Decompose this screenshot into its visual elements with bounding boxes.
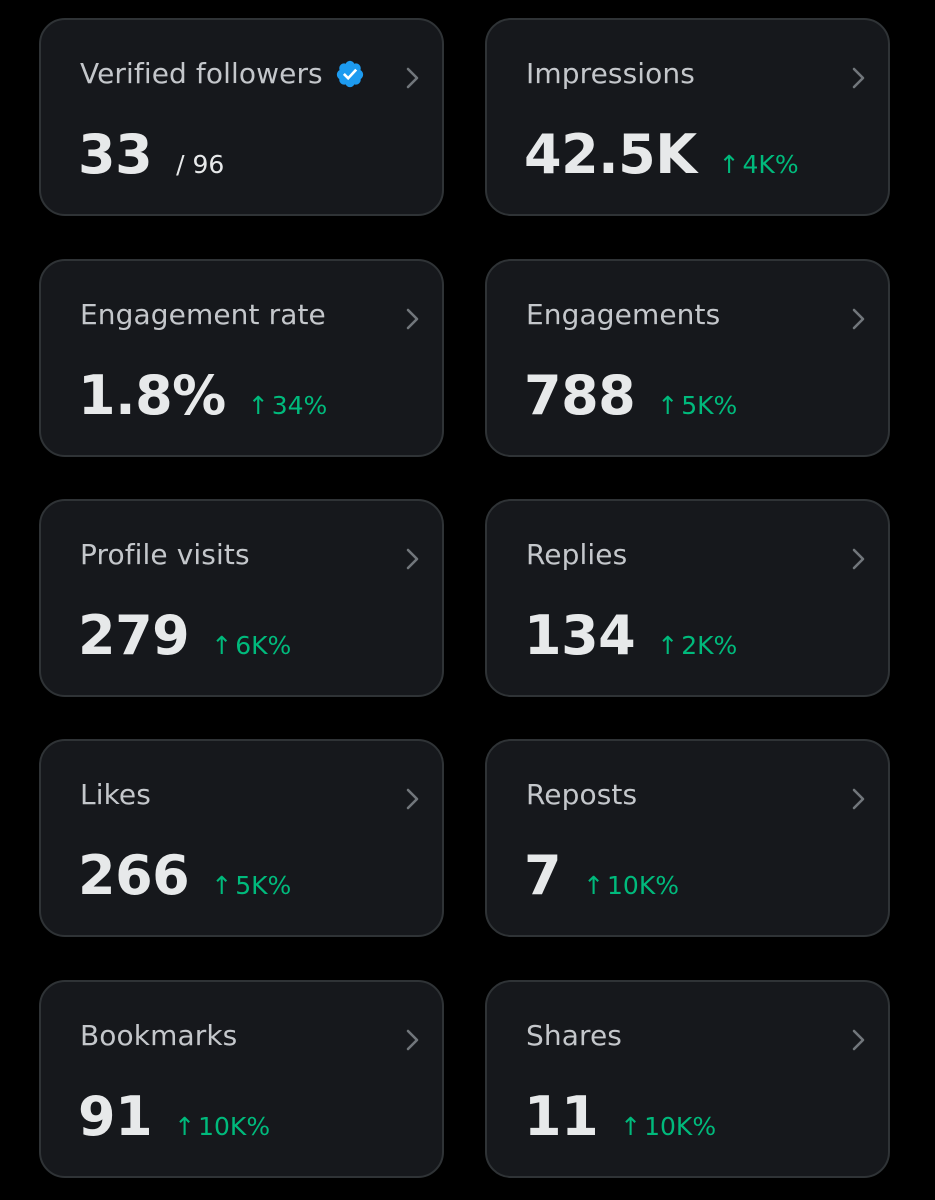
chevron-right-icon [406,67,419,89]
profile-visits-card[interactable]: Profile visits 279 ↑ 6K% [39,499,444,697]
arrow-up-icon: ↑ [211,871,233,900]
engagements-change: ↑ 5K% [657,391,737,420]
impressions-change: ↑ 4K% [719,150,799,179]
chevron-right-icon [852,1029,865,1051]
engagements-change-value: 5K% [681,391,738,420]
reposts-card[interactable]: Reposts 7 ↑ 10K% [485,739,890,937]
replies-change-value: 2K% [681,631,738,660]
engagements-value: 788 [524,364,636,427]
engagement-rate-title: Engagement rate [80,298,326,331]
chevron-right-icon [406,788,419,810]
arrow-up-icon: ↑ [583,871,605,900]
metric-value-row: 279 ↑ 6K% [78,609,291,663]
metric-value-row: 91 ↑ 10K% [78,1090,270,1144]
engagement-rate-change: ↑ 34% [248,391,328,420]
shares-card[interactable]: Shares 11 ↑ 10K% [485,980,890,1178]
reposts-value: 7 [524,844,562,907]
arrow-up-icon: ↑ [174,1112,196,1141]
bookmarks-card[interactable]: Bookmarks 91 ↑ 10K% [39,980,444,1178]
bookmarks-change-value: 10K% [198,1112,271,1141]
chevron-right-icon [852,788,865,810]
reposts-title: Reposts [526,778,638,811]
verified-badge-icon [336,60,363,87]
impressions-title: Impressions [526,57,695,90]
metric-value-row: 33 / 96 [78,128,224,182]
shares-change-value: 10K% [644,1112,717,1141]
card-title-wrapper: Verified followers [80,57,365,90]
chevron-right-icon [406,1029,419,1051]
metric-value-row: 42.5K ↑ 4K% [524,128,799,182]
verified-followers-card[interactable]: Verified followers 33 / 96 [39,18,444,216]
profile-visits-value: 279 [78,604,190,667]
engagements-card[interactable]: Engagements 788 ↑ 5K% [485,259,890,457]
arrow-up-icon: ↑ [211,631,233,660]
bookmarks-change: ↑ 10K% [174,1112,270,1141]
metric-value-row: 11 ↑ 10K% [524,1090,716,1144]
reposts-change: ↑ 10K% [583,871,679,900]
metric-value-row: 7 ↑ 10K% [524,849,679,903]
likes-title: Likes [80,778,151,811]
chevron-right-icon [852,548,865,570]
replies-title: Replies [526,538,628,571]
chevron-right-icon [852,67,865,89]
replies-change: ↑ 2K% [657,631,737,660]
likes-change: ↑ 5K% [211,871,291,900]
engagements-title: Engagements [526,298,721,331]
shares-title: Shares [526,1019,622,1052]
chevron-right-icon [406,548,419,570]
likes-value: 266 [78,844,190,907]
metric-value-row: 1.8% ↑ 34% [78,369,327,423]
impressions-value: 42.5K [524,123,697,186]
profile-visits-title: Profile visits [80,538,250,571]
replies-value: 134 [524,604,636,667]
verified-followers-value: 33 [78,123,153,186]
shares-change: ↑ 10K% [620,1112,716,1141]
verified-followers-total: / 96 [176,150,225,179]
engagement-rate-value: 1.8% [78,364,226,427]
impressions-change-value: 4K% [742,150,799,179]
likes-change-value: 5K% [235,871,292,900]
impressions-card[interactable]: Impressions 42.5K ↑ 4K% [485,18,890,216]
bookmarks-value: 91 [78,1085,153,1148]
arrow-up-icon: ↑ [620,1112,642,1141]
engagement-rate-card[interactable]: Engagement rate 1.8% ↑ 34% [39,259,444,457]
reposts-change-value: 10K% [607,871,679,900]
metric-value-row: 266 ↑ 5K% [78,849,291,903]
chevron-right-icon [852,308,865,330]
chevron-right-icon [406,308,419,330]
profile-visits-change-value: 6K% [235,631,292,660]
arrow-up-icon: ↑ [718,150,740,179]
arrow-up-icon: ↑ [247,391,269,420]
analytics-metrics-grid: Verified followers 33 / 96 Impressions 4… [0,0,935,1200]
engagement-rate-change-value: 34% [271,391,328,420]
verified-followers-title: Verified followers [80,57,323,90]
arrow-up-icon: ↑ [657,391,679,420]
profile-visits-change: ↑ 6K% [211,631,291,660]
replies-card[interactable]: Replies 134 ↑ 2K% [485,499,890,697]
likes-card[interactable]: Likes 266 ↑ 5K% [39,739,444,937]
bookmarks-title: Bookmarks [80,1019,238,1052]
arrow-up-icon: ↑ [657,631,679,660]
metric-value-row: 134 ↑ 2K% [524,609,737,663]
shares-value: 11 [524,1085,599,1148]
metric-value-row: 788 ↑ 5K% [524,369,737,423]
